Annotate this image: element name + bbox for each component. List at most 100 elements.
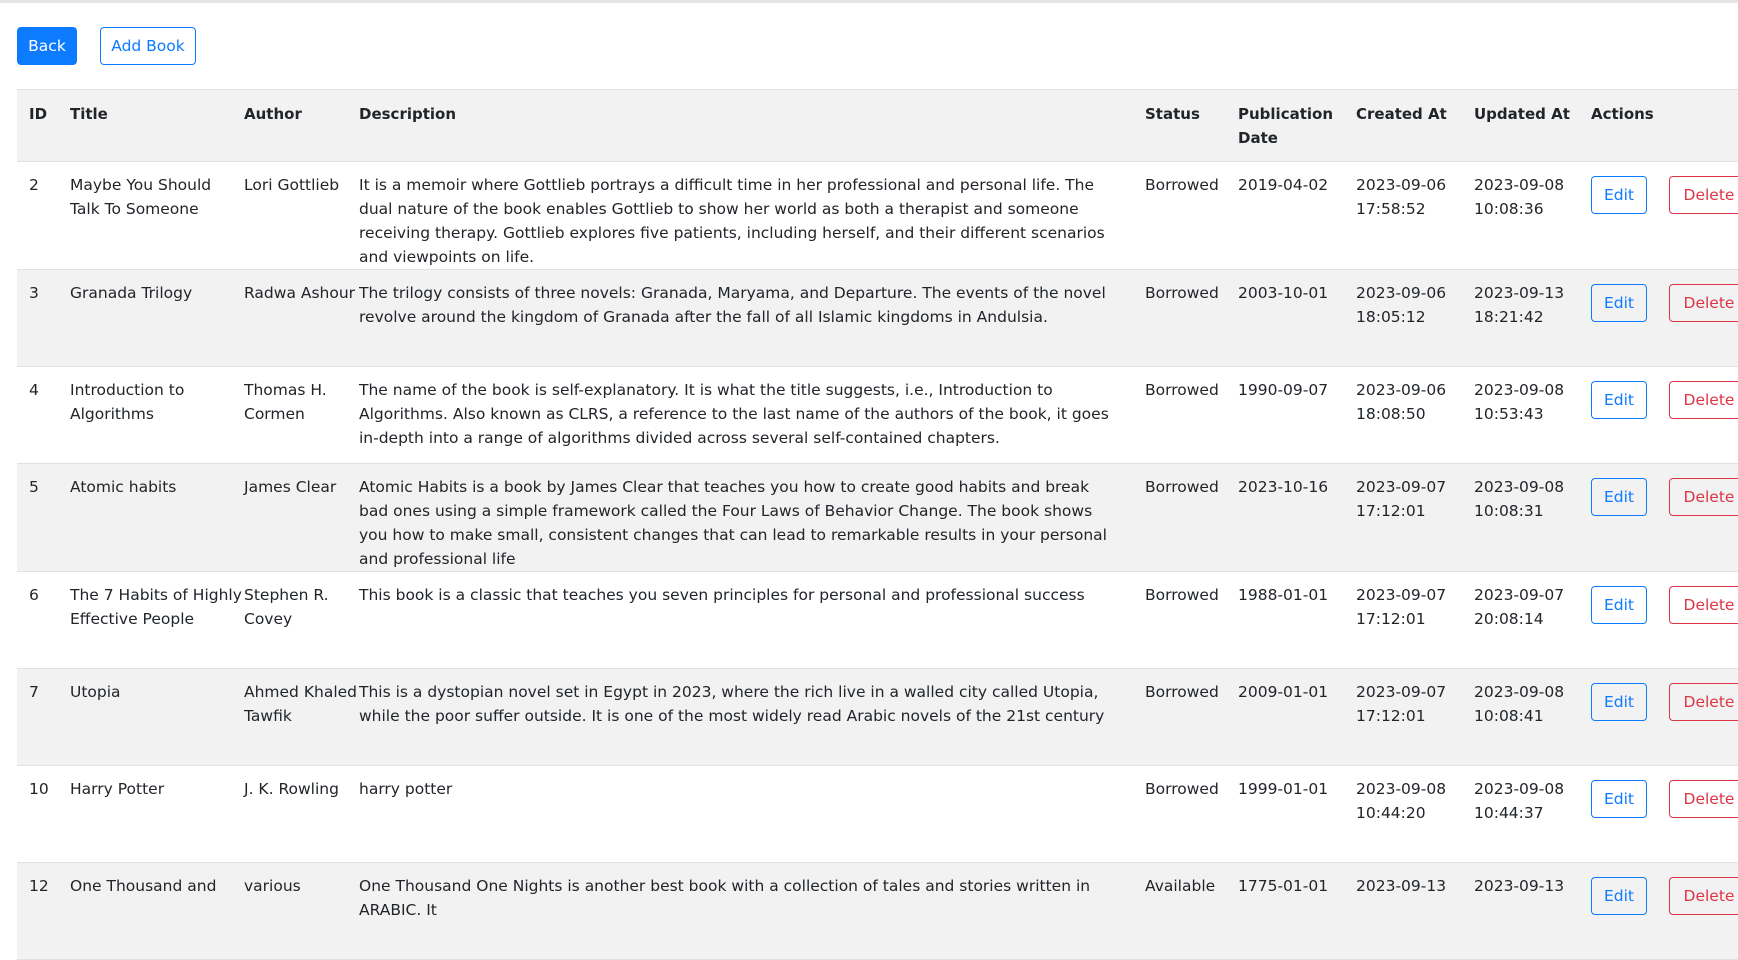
header-actions: Actions xyxy=(1591,105,1654,123)
cell-updated-at: 2023-09-13 xyxy=(1474,877,1565,895)
cell-created-at: 2023-09-06 18:08:50 xyxy=(1356,381,1447,423)
cell-publication-date: 1988-01-01 xyxy=(1238,586,1329,604)
header-author: Author xyxy=(244,105,302,123)
cell-status: Borrowed xyxy=(1145,586,1219,604)
edit-button[interactable]: Edit xyxy=(1591,381,1647,419)
delete-button[interactable]: Delete xyxy=(1669,877,1738,915)
cell-description: The trilogy consists of three novels: Gr… xyxy=(359,284,1106,326)
table-row: 6 The 7 Habits of Highly Effective Peopl… xyxy=(17,572,1738,669)
cell-status: Borrowed xyxy=(1145,478,1219,496)
cell-id: 7 xyxy=(29,683,39,701)
cell-created-at: 2023-09-13 xyxy=(1356,877,1447,895)
cell-actions: Edit Delete xyxy=(1591,863,1738,960)
cell-publication-date: 2009-01-01 xyxy=(1238,683,1329,701)
cell-title: Granada Trilogy xyxy=(70,284,193,302)
edit-button[interactable]: Edit xyxy=(1591,586,1647,624)
cell-updated-at: 2023-09-08 10:53:43 xyxy=(1474,381,1565,423)
cell-description: One Thousand One Nights is another best … xyxy=(359,877,1091,919)
cell-status: Available xyxy=(1145,877,1216,895)
cell-created-at: 2023-09-06 17:58:52 xyxy=(1356,176,1447,218)
books-table: ID Title Author Description Status Publi… xyxy=(17,89,1738,960)
cell-author: Stephen R. Covey xyxy=(244,586,329,628)
edit-button[interactable]: Edit xyxy=(1591,780,1647,818)
header-status: Status xyxy=(1145,105,1200,123)
edit-button[interactable]: Edit xyxy=(1591,176,1647,214)
cell-title: Harry Potter xyxy=(70,780,165,798)
edit-button[interactable]: Edit xyxy=(1591,683,1647,721)
table-row: 3 Granada Trilogy Radwa Ashour The trilo… xyxy=(17,269,1738,367)
header-id: ID xyxy=(29,105,48,123)
header-row: ID Title Author Description Status Publi… xyxy=(17,89,1738,162)
delete-button[interactable]: Delete xyxy=(1669,284,1738,322)
table-row: 7 Utopia Ahmed Khaled Tawfik This is a d… xyxy=(17,668,1738,766)
cell-title: Atomic habits xyxy=(70,478,177,496)
cell-id: 5 xyxy=(29,478,39,496)
cell-publication-date: 2019-04-02 xyxy=(1238,176,1329,194)
toolbar: Back Add Book xyxy=(17,27,196,65)
back-button[interactable]: Back xyxy=(17,27,77,65)
cell-status: Borrowed xyxy=(1145,284,1219,302)
edit-button[interactable]: Edit xyxy=(1591,877,1647,915)
top-border xyxy=(0,0,1738,3)
table-row: 5 Atomic habits James Clear Atomic Habit… xyxy=(17,463,1738,572)
cell-title: Maybe You Should Talk To Someone xyxy=(70,176,212,218)
cell-id: 10 xyxy=(29,780,49,798)
cell-created-at: 2023-09-07 17:12:01 xyxy=(1356,683,1447,725)
cell-description: This book is a classic that teaches you … xyxy=(359,586,1085,604)
header-title: Title xyxy=(70,105,108,123)
cell-title: The 7 Habits of Highly Effective People xyxy=(70,586,242,628)
cell-actions: Edit Delete xyxy=(1591,572,1738,669)
cell-updated-at: 2023-09-08 10:08:36 xyxy=(1474,176,1565,218)
cell-id: 4 xyxy=(29,381,39,399)
cell-status: Borrowed xyxy=(1145,683,1219,701)
cell-actions: Edit Delete xyxy=(1591,162,1738,270)
table-body: 2 Maybe You Should Talk To Someone Lori … xyxy=(17,162,1738,960)
delete-button[interactable]: Delete xyxy=(1669,478,1738,516)
cell-id: 12 xyxy=(29,877,49,895)
delete-button[interactable]: Delete xyxy=(1669,683,1738,721)
cell-updated-at: 2023-09-08 10:08:41 xyxy=(1474,683,1565,725)
cell-updated-at: 2023-09-07 20:08:14 xyxy=(1474,586,1565,628)
cell-publication-date: 1990-09-07 xyxy=(1238,381,1329,399)
edit-button[interactable]: Edit xyxy=(1591,478,1647,516)
cell-author: Lori Gottlieb xyxy=(244,176,340,194)
cell-created-at: 2023-09-08 10:44:20 xyxy=(1356,780,1447,822)
delete-button[interactable]: Delete xyxy=(1669,381,1738,419)
add-book-button[interactable]: Add Book xyxy=(100,27,196,65)
table-row: 2 Maybe You Should Talk To Someone Lori … xyxy=(17,162,1738,270)
cell-actions: Edit Delete xyxy=(1591,270,1738,367)
header-description: Description xyxy=(359,105,457,123)
cell-title: Introduction to Algorithms xyxy=(70,381,185,423)
cell-author: James Clear xyxy=(244,478,337,496)
cell-author: Ahmed Khaled Tawfik xyxy=(244,683,357,725)
cell-publication-date: 2003-10-01 xyxy=(1238,284,1329,302)
cell-actions: Edit Delete xyxy=(1591,669,1738,766)
cell-id: 6 xyxy=(29,586,39,604)
cell-publication-date: 1775-01-01 xyxy=(1238,877,1329,895)
cell-actions: Edit Delete xyxy=(1591,367,1738,464)
edit-button[interactable]: Edit xyxy=(1591,284,1647,322)
delete-button[interactable]: Delete xyxy=(1669,176,1738,214)
table-row: 12 One Thousand and various One Thousand… xyxy=(17,862,1738,960)
table-row: 10 Harry Potter J. K. Rowling harry pott… xyxy=(17,766,1738,863)
cell-status: Borrowed xyxy=(1145,780,1219,798)
cell-status: Borrowed xyxy=(1145,381,1219,399)
cell-title: One Thousand and xyxy=(70,877,217,895)
delete-button[interactable]: Delete xyxy=(1669,586,1738,624)
cell-description: It is a memoir where Gottlieb portrays a… xyxy=(359,176,1105,266)
cell-updated-at: 2023-09-08 10:44:37 xyxy=(1474,780,1565,822)
header-updated-at: Updated At xyxy=(1474,105,1570,123)
cell-id: 2 xyxy=(29,176,39,194)
cell-description: This is a dystopian novel set in Egypt i… xyxy=(359,683,1105,725)
cell-description: Atomic Habits is a book by James Clear t… xyxy=(359,478,1107,568)
table-header: ID Title Author Description Status Publi… xyxy=(17,89,1738,162)
cell-status: Borrowed xyxy=(1145,176,1219,194)
cell-updated-at: 2023-09-13 18:21:42 xyxy=(1474,284,1565,326)
cell-author: Thomas H. Cormen xyxy=(244,381,327,423)
cell-description: The name of the book is self-explanatory… xyxy=(359,381,1109,447)
delete-button[interactable]: Delete xyxy=(1669,780,1738,818)
header-created-at: Created At xyxy=(1356,105,1447,123)
cell-created-at: 2023-09-07 17:12:01 xyxy=(1356,586,1447,628)
cell-description: harry potter xyxy=(359,780,453,798)
cell-author: Radwa Ashour xyxy=(244,284,356,302)
